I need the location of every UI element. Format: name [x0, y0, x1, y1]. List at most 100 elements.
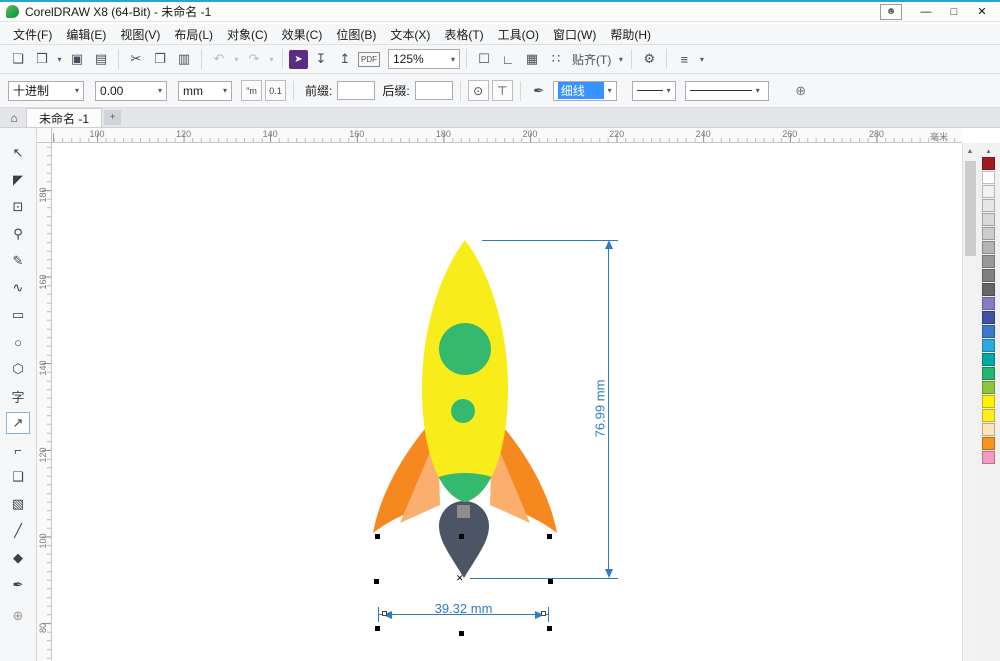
app-launcher-menu-icon[interactable]: ≡: [673, 48, 695, 70]
leading-zero-toggle[interactable]: 0.1: [265, 80, 286, 101]
options-gear-icon[interactable]: ⚙: [638, 48, 660, 70]
open-dropdown-caret[interactable]: ▾: [55, 48, 64, 70]
line-style-dropdown[interactable]: ▾: [684, 80, 769, 101]
menu-item-7[interactable]: 位图(B): [329, 24, 383, 45]
snap-to-caret[interactable]: ▾: [616, 48, 625, 70]
scrollbar-up-arrow[interactable]: ▲: [963, 144, 977, 158]
color-swatch[interactable]: [982, 409, 995, 422]
crop-tool[interactable]: ⊡: [6, 196, 30, 218]
menu-item-9[interactable]: 表格(T): [437, 24, 490, 45]
outline-width-caret[interactable]: ▾: [608, 86, 612, 95]
maximize-button[interactable]: □: [940, 3, 968, 21]
node-align-icon[interactable]: ⊕: [790, 80, 812, 102]
selection-handle-bottom-right[interactable]: [547, 626, 552, 631]
paste-button[interactable]: ▥: [173, 48, 195, 70]
menu-item-1[interactable]: 文件(F): [6, 24, 59, 45]
width-dimension-label[interactable]: 39.32 mm: [421, 601, 506, 616]
ruler-corner[interactable]: [37, 128, 52, 143]
publish-pdf-button[interactable]: PDF: [358, 51, 380, 67]
eyedropper-tool[interactable]: ╱: [6, 520, 30, 542]
color-swatch[interactable]: [982, 185, 995, 198]
vertical-ruler[interactable]: 180 160 140 120 100 80: [37, 143, 52, 661]
dimension-units-caret[interactable]: ▾: [223, 86, 227, 95]
color-swatch[interactable]: [982, 213, 995, 226]
rectangle-tool[interactable]: ▭: [6, 304, 30, 326]
arrowhead-caret[interactable]: ▾: [667, 86, 671, 95]
dimension-precision-dropdown[interactable]: 0.00 ▾: [95, 80, 167, 101]
fill-tool[interactable]: ◆: [6, 547, 30, 569]
rocket-nozzle-square[interactable]: [457, 505, 470, 518]
account-icon[interactable]: ☻: [880, 3, 902, 20]
menu-item-6[interactable]: 效果(C): [275, 24, 330, 45]
close-button[interactable]: ✕: [968, 3, 996, 21]
dynamic-dimensioning-button[interactable]: ⊙: [467, 80, 489, 101]
color-swatch[interactable]: [982, 423, 995, 436]
menu-item-3[interactable]: 视图(V): [113, 24, 167, 45]
dimension-text-position-button[interactable]: ⊤: [491, 80, 513, 101]
menu-item-11[interactable]: 窗口(W): [546, 24, 603, 45]
snap-points-button[interactable]: ∷: [545, 48, 567, 70]
suffix-input[interactable]: [414, 81, 453, 100]
save-button[interactable]: ▣: [66, 48, 88, 70]
open-button[interactable]: ❒: [31, 48, 53, 70]
redo-button[interactable]: ↷: [243, 48, 265, 70]
quick-customize-button[interactable]: ⊕: [6, 605, 30, 627]
color-swatch[interactable]: [982, 157, 995, 170]
document-tab-active[interactable]: 未命名 -1: [26, 108, 103, 127]
height-dimension-extension-bottom[interactable]: [470, 578, 618, 579]
import-button[interactable]: ↧: [310, 48, 332, 70]
color-swatch[interactable]: [982, 339, 995, 352]
redo-dropdown-caret[interactable]: ▾: [267, 48, 276, 70]
color-swatch[interactable]: [982, 269, 995, 282]
color-swatch[interactable]: [982, 311, 995, 324]
home-tab-icon[interactable]: ⌂: [4, 108, 24, 127]
text-tool[interactable]: 字: [6, 385, 30, 407]
color-swatch[interactable]: [982, 171, 995, 184]
menu-item-4[interactable]: 布局(L): [167, 24, 220, 45]
menu-item-5[interactable]: 对象(C): [220, 24, 275, 45]
snap-to-dropdown[interactable]: 贴齐(T): [569, 48, 614, 70]
outline-tool[interactable]: ✒: [6, 574, 30, 596]
line-style-caret[interactable]: ▾: [756, 86, 760, 95]
horizontal-ruler[interactable]: 100 120 140 160 180 200 220 240 260 280 毫米: [52, 128, 962, 143]
arrowhead-style-dropdown[interactable]: ▾: [631, 80, 676, 101]
transparency-tool[interactable]: ▧: [6, 493, 30, 515]
drawing-canvas[interactable]: 76.99 mm 39.32 mm ✕: [52, 143, 962, 661]
outline-width-dropdown[interactable]: 细线 ▾: [552, 80, 617, 101]
color-swatch[interactable]: [982, 367, 995, 380]
minimize-button[interactable]: —: [912, 3, 940, 21]
menu-item-8[interactable]: 文本(X): [383, 24, 437, 45]
parallel-dimension-tool[interactable]: ↗: [6, 412, 30, 434]
color-swatch[interactable]: [982, 297, 995, 310]
color-swatch[interactable]: [982, 325, 995, 338]
show-rulers-button[interactable]: ∟: [497, 48, 519, 70]
color-swatch[interactable]: [982, 381, 995, 394]
new-document-button[interactable]: ❏: [7, 48, 29, 70]
color-swatch[interactable]: [982, 199, 995, 212]
undo-dropdown-caret[interactable]: ▾: [232, 48, 241, 70]
height-dimension-line[interactable]: [608, 242, 609, 576]
selection-handle-top-center[interactable]: [459, 534, 464, 539]
dimension-style-dropdown[interactable]: 十进制 ▾: [8, 80, 84, 101]
selection-center-mark[interactable]: ✕: [456, 574, 464, 583]
dimension-node-left[interactable]: [382, 611, 387, 616]
artistic-media-tool[interactable]: ∿: [6, 277, 30, 299]
print-button[interactable]: ▤: [90, 48, 112, 70]
dimension-style-caret[interactable]: ▾: [75, 86, 79, 95]
zoom-dropdown-caret[interactable]: ▾: [451, 55, 455, 64]
selection-handle-top-left[interactable]: [375, 534, 380, 539]
rocket-drawing[interactable]: [360, 233, 570, 583]
color-swatch[interactable]: [982, 437, 995, 450]
dimension-precision-caret[interactable]: ▾: [158, 86, 162, 95]
selection-handle-bottom-center[interactable]: [459, 631, 464, 636]
shape-tool[interactable]: ◤: [6, 169, 30, 191]
pick-tool[interactable]: ↖: [6, 142, 30, 164]
prefix-input[interactable]: [337, 81, 376, 100]
copy-button[interactable]: ❐: [149, 48, 171, 70]
color-swatch[interactable]: [982, 241, 995, 254]
color-swatch[interactable]: [982, 395, 995, 408]
show-units-toggle[interactable]: ″m: [241, 80, 262, 101]
new-document-tab-button[interactable]: +: [104, 110, 122, 125]
drop-shadow-tool[interactable]: ❑: [6, 466, 30, 488]
rocket-window-large[interactable]: [439, 323, 491, 375]
